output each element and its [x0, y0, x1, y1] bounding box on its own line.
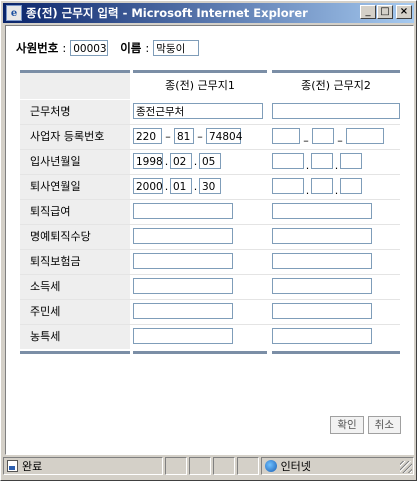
- status-pane: [236, 457, 259, 475]
- honorary-allowance-1[interactable]: [133, 228, 233, 244]
- title-bar[interactable]: e 종(전) 근무지 입력 - Microsoft Internet Explo…: [3, 3, 414, 23]
- rural-tax-2[interactable]: [272, 328, 372, 344]
- row-label: 농특세: [20, 325, 130, 349]
- table-header: 종(전) 근무지1 종(전) 근무지2: [20, 73, 400, 99]
- action-buttons: 확인 취소: [330, 416, 401, 434]
- name-label: 이름: [120, 41, 142, 55]
- row-retire-date: 퇴사연월일 2000. 01. 30 ..: [20, 175, 400, 199]
- colon: :: [62, 41, 67, 55]
- row-label: 퇴사연월일: [20, 175, 130, 199]
- bizno-1-part3[interactable]: 74804: [206, 128, 242, 144]
- status-pane: [189, 457, 211, 475]
- row-rural-tax: 농특세: [20, 325, 400, 349]
- dash: –: [303, 134, 309, 147]
- column-header-1: 종(전) 근무지1: [165, 79, 235, 92]
- internet-zone-icon: [264, 460, 277, 472]
- row-label: 퇴직급여: [20, 200, 130, 224]
- status-bar: 완료 인터넷: [3, 457, 414, 477]
- retire-year-1[interactable]: 2000: [133, 178, 163, 194]
- row-hire-date: 입사년월일 1998. 02. 05 ..: [20, 150, 400, 174]
- dash: –: [337, 134, 343, 147]
- retire-day-2[interactable]: [340, 178, 362, 194]
- severance-pay-2[interactable]: [272, 203, 372, 219]
- hire-day-1[interactable]: 05: [199, 153, 221, 169]
- bizno-2-part3[interactable]: [346, 128, 384, 144]
- retire-month-2[interactable]: [311, 178, 333, 194]
- bizno-2-part1[interactable]: [272, 128, 300, 144]
- row-label: 명예퇴직수당: [20, 225, 130, 249]
- dot: .: [164, 155, 169, 168]
- dash: –: [197, 130, 203, 143]
- income-tax-1[interactable]: [133, 278, 233, 294]
- row-label: 근무처명: [20, 100, 130, 124]
- dot: .: [334, 159, 339, 172]
- status-text-pane: 완료: [3, 457, 164, 475]
- rural-tax-1[interactable]: [133, 328, 233, 344]
- row-label: 사업자 등록번호: [20, 125, 130, 149]
- bizno-1-part2[interactable]: 81: [174, 128, 194, 144]
- dot: .: [193, 180, 198, 193]
- workplace-name-2[interactable]: [272, 103, 400, 119]
- row-workplace: 근무처명 종전근무처: [20, 100, 400, 124]
- dot: .: [164, 180, 169, 193]
- column-header-2: 종(전) 근무지2: [301, 79, 371, 92]
- status-pane: [165, 457, 188, 475]
- honorary-allowance-2[interactable]: [272, 228, 372, 244]
- resize-grip-icon[interactable]: [400, 461, 412, 473]
- emp-no-field[interactable]: 00003: [70, 40, 109, 56]
- employee-header: 사원번호 : 00003 이름 : 막둥이: [16, 40, 200, 56]
- retire-month-1[interactable]: 01: [170, 178, 192, 194]
- status-pane: [212, 457, 235, 475]
- hire-day-2[interactable]: [340, 153, 362, 169]
- row-bizno: 사업자 등록번호 220–81–74804 – –: [20, 125, 400, 149]
- hire-month-1[interactable]: 02: [170, 153, 192, 169]
- emp-no-label: 사원번호: [16, 41, 59, 55]
- row-label: 입사년월일: [20, 150, 130, 174]
- dot: .: [305, 184, 310, 197]
- dash: –: [165, 130, 171, 143]
- hire-month-2[interactable]: [311, 153, 333, 169]
- close-button[interactable]: ×: [396, 5, 412, 19]
- dot: .: [334, 184, 339, 197]
- retire-day-1[interactable]: 30: [199, 178, 221, 194]
- colon: :: [145, 41, 150, 55]
- resident-tax-1[interactable]: [133, 303, 233, 319]
- maximize-button[interactable]: □: [377, 5, 393, 19]
- confirm-button[interactable]: 확인: [330, 416, 364, 434]
- dot: .: [193, 155, 198, 168]
- status-text: 완료: [22, 460, 43, 473]
- retire-year-2[interactable]: [272, 178, 304, 194]
- minimize-button[interactable]: _: [360, 5, 376, 19]
- row-severance-pay: 퇴직급여: [20, 200, 400, 224]
- row-label: 주민세: [20, 300, 130, 324]
- done-page-icon: [7, 460, 18, 472]
- bizno-2-part2[interactable]: [312, 128, 334, 144]
- severance-pay-1[interactable]: [133, 203, 233, 219]
- window-title: 종(전) 근무지 입력 - Microsoft Internet Explore…: [26, 6, 308, 20]
- security-zone-pane: 인터넷: [260, 457, 414, 475]
- bizno-1-part1[interactable]: 220: [133, 128, 162, 144]
- ie-page-icon: e: [6, 5, 22, 21]
- browser-window: e 종(전) 근무지 입력 - Microsoft Internet Explo…: [0, 0, 417, 481]
- retirement-insurance-1[interactable]: [133, 253, 233, 269]
- workplace-name-1[interactable]: 종전근무처: [133, 103, 263, 119]
- resident-tax-2[interactable]: [272, 303, 372, 319]
- retirement-insurance-2[interactable]: [272, 253, 372, 269]
- dot: .: [305, 159, 310, 172]
- income-tax-2[interactable]: [272, 278, 372, 294]
- hire-year-2[interactable]: [272, 153, 304, 169]
- row-income-tax: 소득세: [20, 275, 400, 299]
- row-label: 퇴직보험금: [20, 250, 130, 274]
- page-content: 사원번호 : 00003 이름 : 막둥이 종(전) 근무지1 종(전) 근무지…: [5, 25, 414, 455]
- name-field[interactable]: 막둥이: [153, 40, 200, 56]
- hire-year-1[interactable]: 1998: [133, 153, 163, 169]
- row-label: 소득세: [20, 275, 130, 299]
- zone-text: 인터넷: [280, 460, 311, 473]
- row-honorary-retirement: 명예퇴직수당: [20, 225, 400, 249]
- row-resident-tax: 주민세: [20, 300, 400, 324]
- cancel-button[interactable]: 취소: [367, 416, 401, 434]
- row-retirement-insurance: 퇴직보험금: [20, 250, 400, 274]
